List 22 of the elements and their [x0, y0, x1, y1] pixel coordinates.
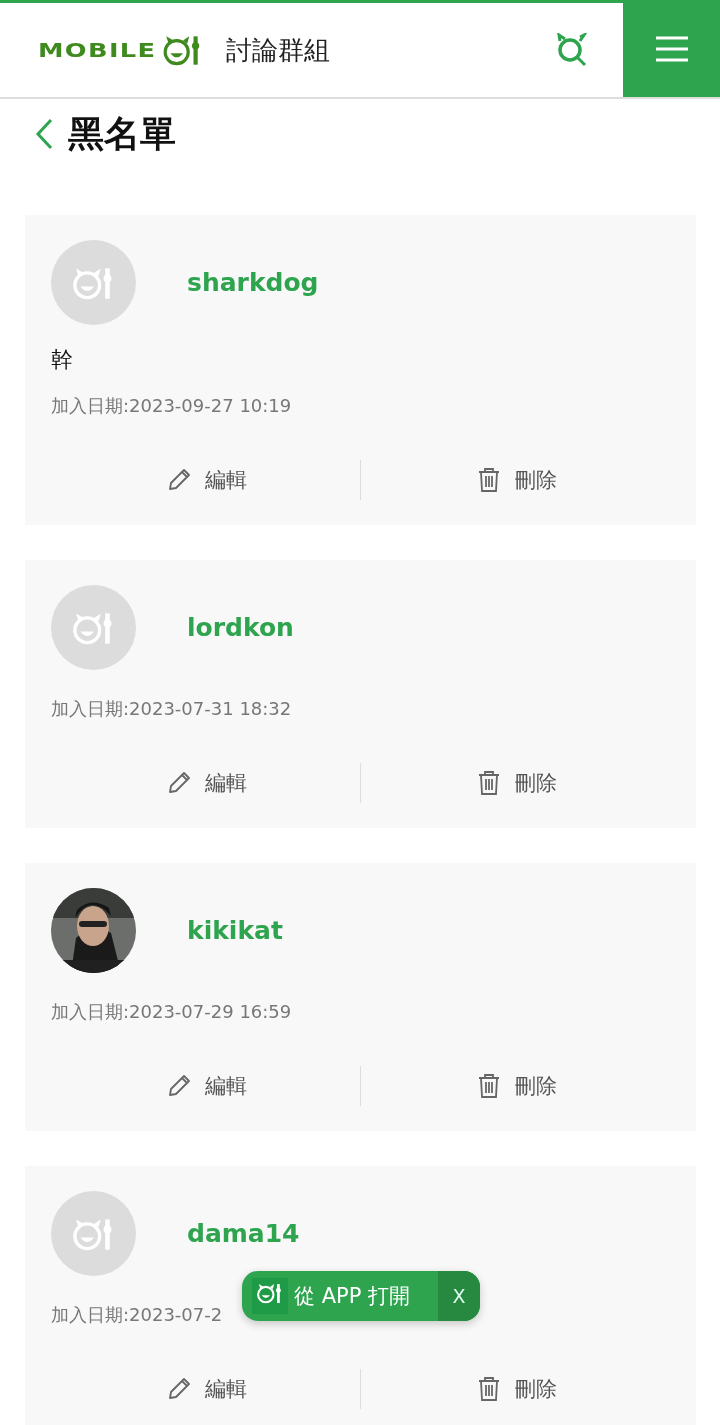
logo-text[interactable]: MOBILE: [38, 39, 157, 61]
search-icon[interactable]: [555, 33, 589, 67]
edit-button[interactable]: 編輯: [51, 763, 360, 803]
page-title: 黑名單: [68, 111, 176, 156]
note-text: 幹: [51, 346, 74, 374]
mascot-icon: [256, 1282, 284, 1305]
delete-button[interactable]: 刪除: [361, 763, 670, 803]
section-title: 討論群組: [225, 33, 330, 67]
back-icon[interactable]: [34, 117, 54, 151]
delete-button[interactable]: 刪除: [361, 1369, 670, 1409]
date-text: 加入日期:2023-07-29 16:59: [51, 1001, 293, 1023]
edit-button[interactable]: 編輯: [51, 1369, 360, 1409]
edit-button[interactable]: 編輯: [51, 1066, 360, 1106]
close-button[interactable]: X: [438, 1271, 480, 1321]
date-text: 加入日期:2023-07-2: [51, 1304, 224, 1326]
date-text: 加入日期:2023-07-31 18:32: [51, 698, 293, 720]
delete-button[interactable]: 刪除: [361, 460, 670, 500]
date-text: 加入日期:2023-09-27 10:19: [51, 395, 293, 417]
menu-button[interactable]: [623, 0, 720, 97]
edit-button[interactable]: 編輯: [51, 460, 360, 500]
delete-button[interactable]: 刪除: [361, 1066, 670, 1106]
menu-icon: [653, 34, 690, 63]
